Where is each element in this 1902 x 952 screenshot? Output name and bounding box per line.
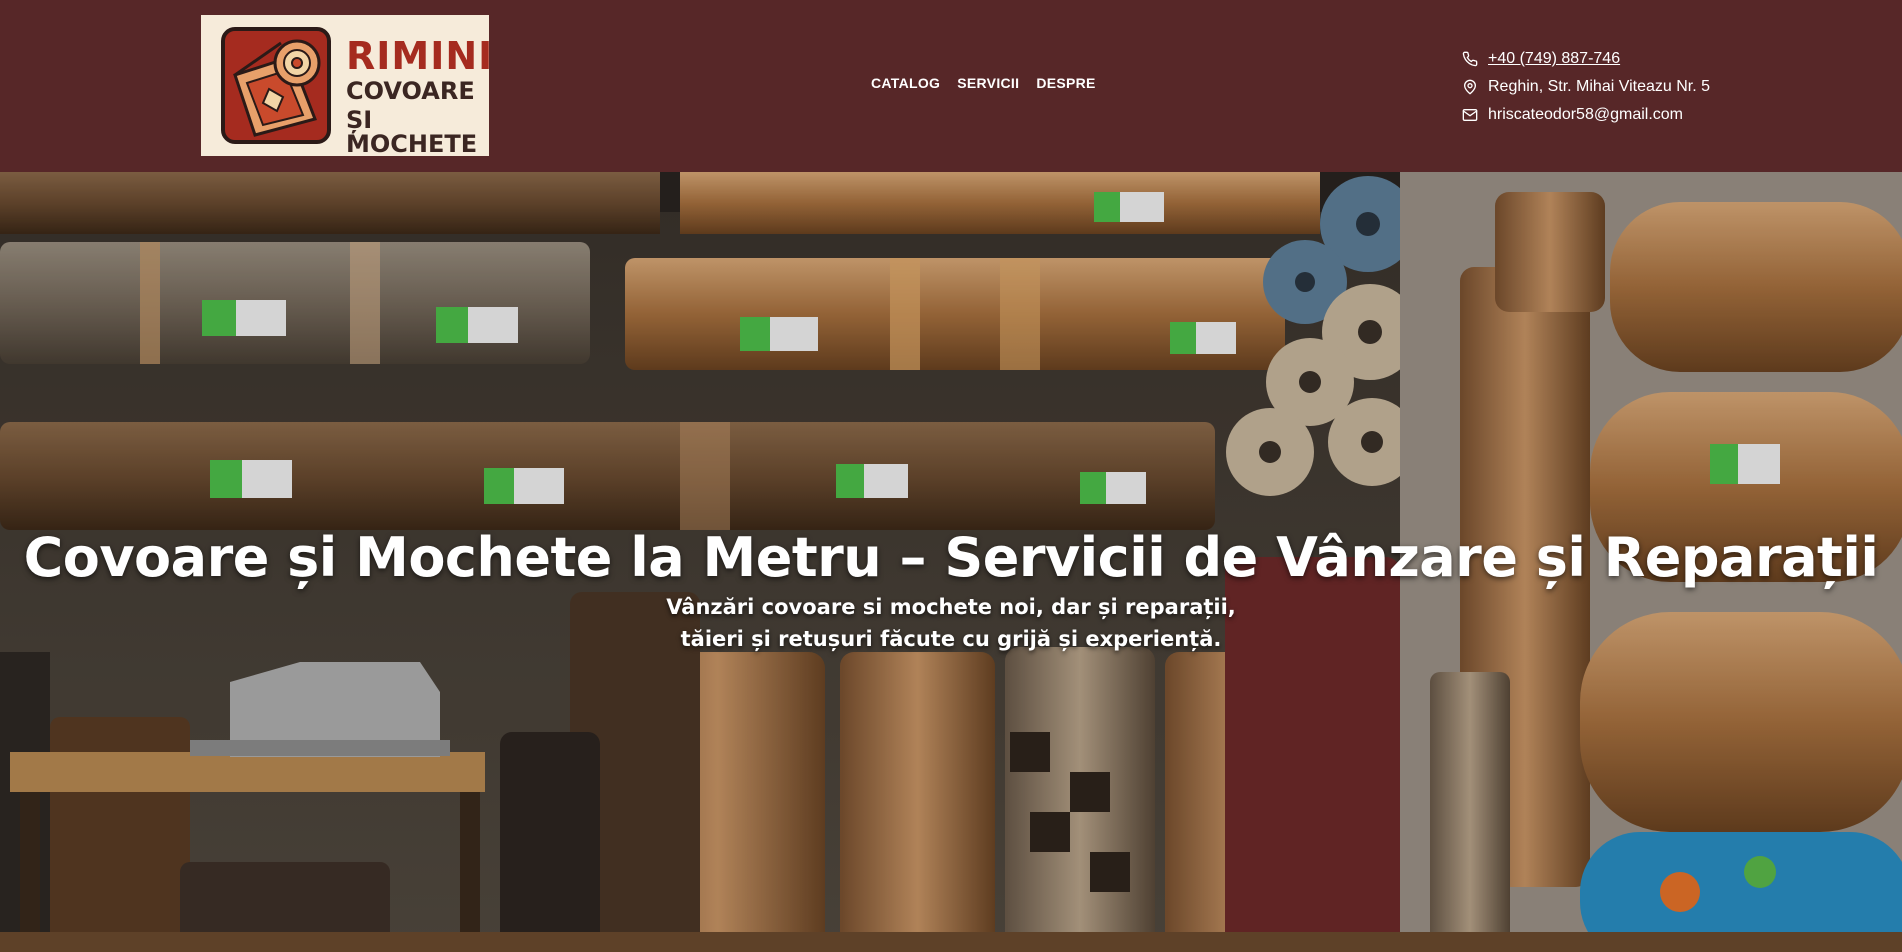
nav-despre[interactable]: DESPRE [1036,75,1095,91]
phone-link[interactable]: +40 (749) 887-746 [1488,50,1620,68]
hero-title: Covoare și Mochete la Metru – Servicii d… [23,526,1879,590]
contact-address-row: Reghin, Str. Mihai Viteazu Nr. 5 [1462,73,1710,101]
logo-title: RIMINI [346,34,494,78]
map-pin-icon [1464,79,1476,95]
main-nav: CATALOG SERVICII DESPRE [871,75,1096,91]
contact-phone-row: +40 (749) 887-746 [1462,45,1710,73]
logo[interactable]: RIMINI COVOARE ȘI MOCHETE [201,15,492,158]
contact-email-row: hriscateodor58@gmail.com [1462,101,1710,129]
hero-section: Covoare și Mochete la Metru – Servicii d… [0,172,1902,952]
logo-subtitle-1: COVOARE [346,77,475,105]
site-header: RIMINI COVOARE ȘI MOCHETE CATALOG SERVIC… [0,0,1902,172]
hero-subtitle: Vânzări covoare si mochete noi, dar și r… [666,595,1236,651]
contact-info: +40 (749) 887-746 Reghin, Str. Mihai Vit… [1462,45,1710,129]
carpet-roll-logo-icon [221,27,331,144]
email-text: hriscateodor58@gmail.com [1488,106,1683,123]
nav-catalog[interactable]: CATALOG [871,75,940,91]
logo-subtitle-2: ȘI MOCHETE [346,106,478,158]
address-text: Reghin, Str. Mihai Viteazu Nr. 5 [1488,78,1711,95]
phone-icon [1462,51,1478,67]
nav-servicii[interactable]: SERVICII [957,75,1019,91]
mail-icon [1462,109,1478,121]
